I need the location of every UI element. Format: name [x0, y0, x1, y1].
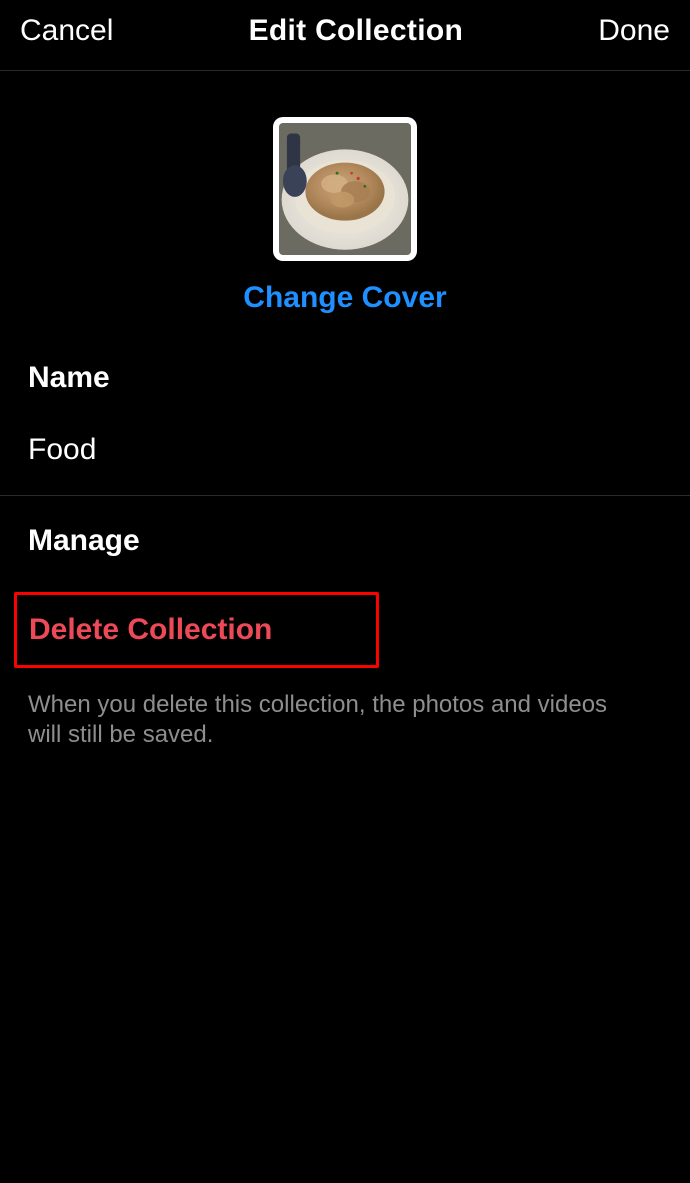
- manage-section-label: Manage: [0, 496, 690, 558]
- cancel-button[interactable]: Cancel: [20, 14, 113, 48]
- done-button[interactable]: Done: [598, 14, 670, 48]
- collection-name-input[interactable]: [0, 395, 690, 495]
- page-title: Edit Collection: [249, 14, 464, 48]
- cover-image[interactable]: [273, 117, 417, 261]
- cover-image-thumbnail: [279, 123, 411, 255]
- header-bar: Cancel Edit Collection Done: [0, 0, 690, 71]
- delete-hint-text: When you delete this collection, the pho…: [0, 668, 640, 750]
- delete-collection-button[interactable]: Delete Collection: [14, 592, 379, 668]
- cover-section: Change Cover: [0, 71, 690, 325]
- change-cover-button[interactable]: Change Cover: [243, 281, 446, 315]
- name-section-label: Name: [0, 325, 690, 395]
